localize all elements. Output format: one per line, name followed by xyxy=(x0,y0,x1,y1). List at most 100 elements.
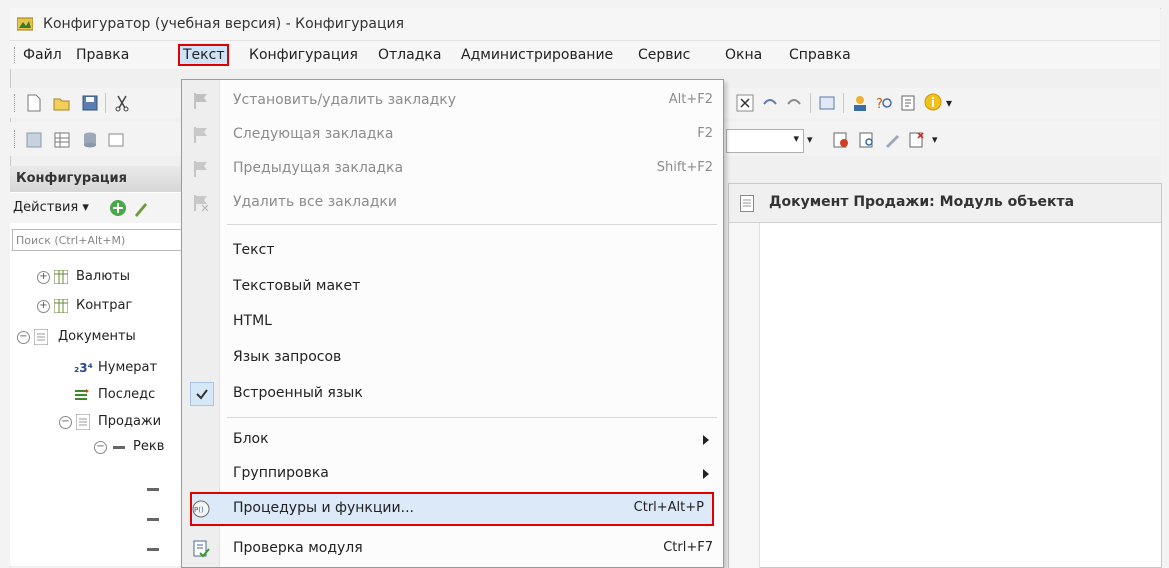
menu-item-query-language[interactable]: Язык запросов xyxy=(182,341,723,375)
menu-item-grouping[interactable]: Группировка xyxy=(182,457,723,491)
menu-administration[interactable]: Администрирование xyxy=(458,46,616,64)
menu-item-next-bookmark[interactable]: Следующая закладка F2 xyxy=(182,118,723,152)
toolbar-dropdown[interactable]: ▾ xyxy=(726,129,804,153)
menu-item-label: Текст xyxy=(233,242,275,258)
svg-text:?: ? xyxy=(876,97,883,112)
cut-icon[interactable] xyxy=(113,94,131,112)
menu-item-shortcut: F2 xyxy=(697,126,713,141)
actions-menu-button[interactable]: Действия ▾ xyxy=(13,200,89,215)
new-document-icon[interactable] xyxy=(25,94,43,112)
tree-item-label: Продажи xyxy=(98,414,162,429)
tree-item-label: Контраг xyxy=(76,298,133,313)
form-icon[interactable] xyxy=(107,131,125,149)
panel-actions-bar: Действия ▾ xyxy=(10,193,210,223)
menu-configuration[interactable]: Конфигурация xyxy=(246,46,361,64)
user-assist-icon[interactable] xyxy=(851,94,869,112)
menu-item-prev-bookmark[interactable]: Предыдущая закладка Shift+F2 xyxy=(182,152,723,186)
attribute-icon xyxy=(147,518,159,521)
tree-item-label: Нумерат xyxy=(98,360,158,375)
collapse-icon[interactable]: − xyxy=(59,416,72,429)
menu-item-block[interactable]: Блок xyxy=(182,423,723,457)
edit-pencil-icon[interactable] xyxy=(133,199,149,217)
expand-icon[interactable]: + xyxy=(37,271,50,284)
notes-icon[interactable] xyxy=(899,94,917,112)
menu-debug[interactable]: Отладка xyxy=(375,46,444,64)
window-icon[interactable] xyxy=(818,94,836,112)
menubar-grip xyxy=(14,47,17,63)
actions-label: Действия xyxy=(13,200,79,215)
menu-item-text[interactable]: Текст xyxy=(182,234,723,268)
menu-item-delete-bookmarks[interactable]: Удалить все закладки xyxy=(182,186,723,220)
menu-help[interactable]: Справка xyxy=(786,46,854,64)
menu-edit[interactable]: Правка xyxy=(73,46,132,64)
app-logo-icon xyxy=(17,17,33,31)
collapse-icon[interactable]: − xyxy=(17,331,30,344)
bookmark-flag-icon xyxy=(194,93,207,109)
expand-icon[interactable]: + xyxy=(37,300,50,313)
menu-item-toggle-bookmark[interactable]: Установить/удалить закладку Alt+F2 xyxy=(182,84,723,118)
menu-item-procedures-functions[interactable]: P() Процедуры и функции... Ctrl+Alt+P xyxy=(190,492,714,526)
menu-item-label: Предыдущая закладка xyxy=(233,160,404,176)
info-icon[interactable] xyxy=(924,93,942,111)
collapse-icon[interactable]: − xyxy=(94,441,107,454)
catalog-icon xyxy=(54,299,68,313)
menu-item-shortcut: Alt+F2 xyxy=(668,92,713,107)
document-icon xyxy=(34,329,48,345)
document-icon xyxy=(76,414,90,430)
toolbar-more-icon[interactable]: ▾ xyxy=(946,96,952,110)
toolbar-separator xyxy=(810,93,811,113)
svg-text:P(): P() xyxy=(194,506,204,514)
menu-item-label: Следующая закладка xyxy=(233,126,394,142)
syntax-assistant-icon[interactable]: ? xyxy=(875,94,893,112)
menu-text[interactable]: Текст xyxy=(178,44,230,66)
procedure-list-icon: P() xyxy=(192,500,210,518)
find-item-icon[interactable] xyxy=(858,131,876,149)
database-icon[interactable] xyxy=(81,131,99,149)
goto-forward-icon[interactable] xyxy=(785,94,803,112)
delete-item-icon[interactable] xyxy=(908,131,926,149)
sequence-icon xyxy=(75,389,89,400)
menu-windows[interactable]: Окна xyxy=(722,46,765,64)
checkmark-icon xyxy=(196,389,208,400)
add-item-icon[interactable] xyxy=(832,131,850,149)
menu-item-html[interactable]: HTML xyxy=(182,305,723,339)
edit-item-icon[interactable] xyxy=(883,131,901,149)
menu-item-check-module[interactable]: Проверка модуля Ctrl+F7 xyxy=(182,532,723,566)
chevron-down-icon: ▾ xyxy=(793,132,799,145)
attribute-icon xyxy=(147,488,159,491)
menu-file[interactable]: Файл xyxy=(20,46,65,64)
menu-item-label: Текстовый макет xyxy=(233,278,361,294)
toolbar-more-icon[interactable]: ▾ xyxy=(807,133,813,146)
table-grid-icon[interactable] xyxy=(53,131,71,149)
configuration-icon[interactable] xyxy=(25,131,43,149)
toolbar-more-icon[interactable]: ▾ xyxy=(932,133,938,146)
open-folder-icon[interactable] xyxy=(53,94,71,112)
menu-item-text-template[interactable]: Текстовый макет xyxy=(182,270,723,304)
editor-title: Документ Продажи: Модуль объекта xyxy=(769,194,1075,210)
menu-service[interactable]: Сервис xyxy=(635,46,693,64)
menu-separator xyxy=(227,417,717,418)
attribute-icon xyxy=(113,446,125,449)
menu-item-label: Установить/удалить закладку xyxy=(233,92,457,108)
menu-item-label: Блок xyxy=(233,431,269,447)
bookmark-delete-icon xyxy=(194,195,209,212)
goto-back-icon[interactable] xyxy=(761,94,779,112)
search-input[interactable]: Поиск (Ctrl+Alt+M) xyxy=(12,229,206,251)
tree-item-label: Валюты xyxy=(76,269,130,284)
close-bookmark-icon[interactable] xyxy=(736,94,754,112)
tree-item-label: Рекв xyxy=(133,439,165,454)
tree-item-label: Последс xyxy=(98,387,156,402)
menu-item-label: Язык запросов xyxy=(233,349,342,365)
menu-item-label: HTML xyxy=(233,313,272,329)
check-module-icon xyxy=(193,540,210,558)
attribute-icon xyxy=(147,548,159,551)
toolbar-grip xyxy=(14,94,17,112)
add-icon[interactable] xyxy=(109,199,127,217)
save-icon[interactable] xyxy=(81,94,99,112)
catalog-icon xyxy=(54,270,68,284)
module-editor-panel: Документ Продажи: Модуль объекта xyxy=(728,183,1162,568)
document-icon xyxy=(740,195,754,212)
menu-item-builtin-language[interactable]: Встроенный язык xyxy=(182,377,723,411)
editor-gutter xyxy=(729,223,760,568)
tree-item-label: Документы xyxy=(58,329,136,344)
